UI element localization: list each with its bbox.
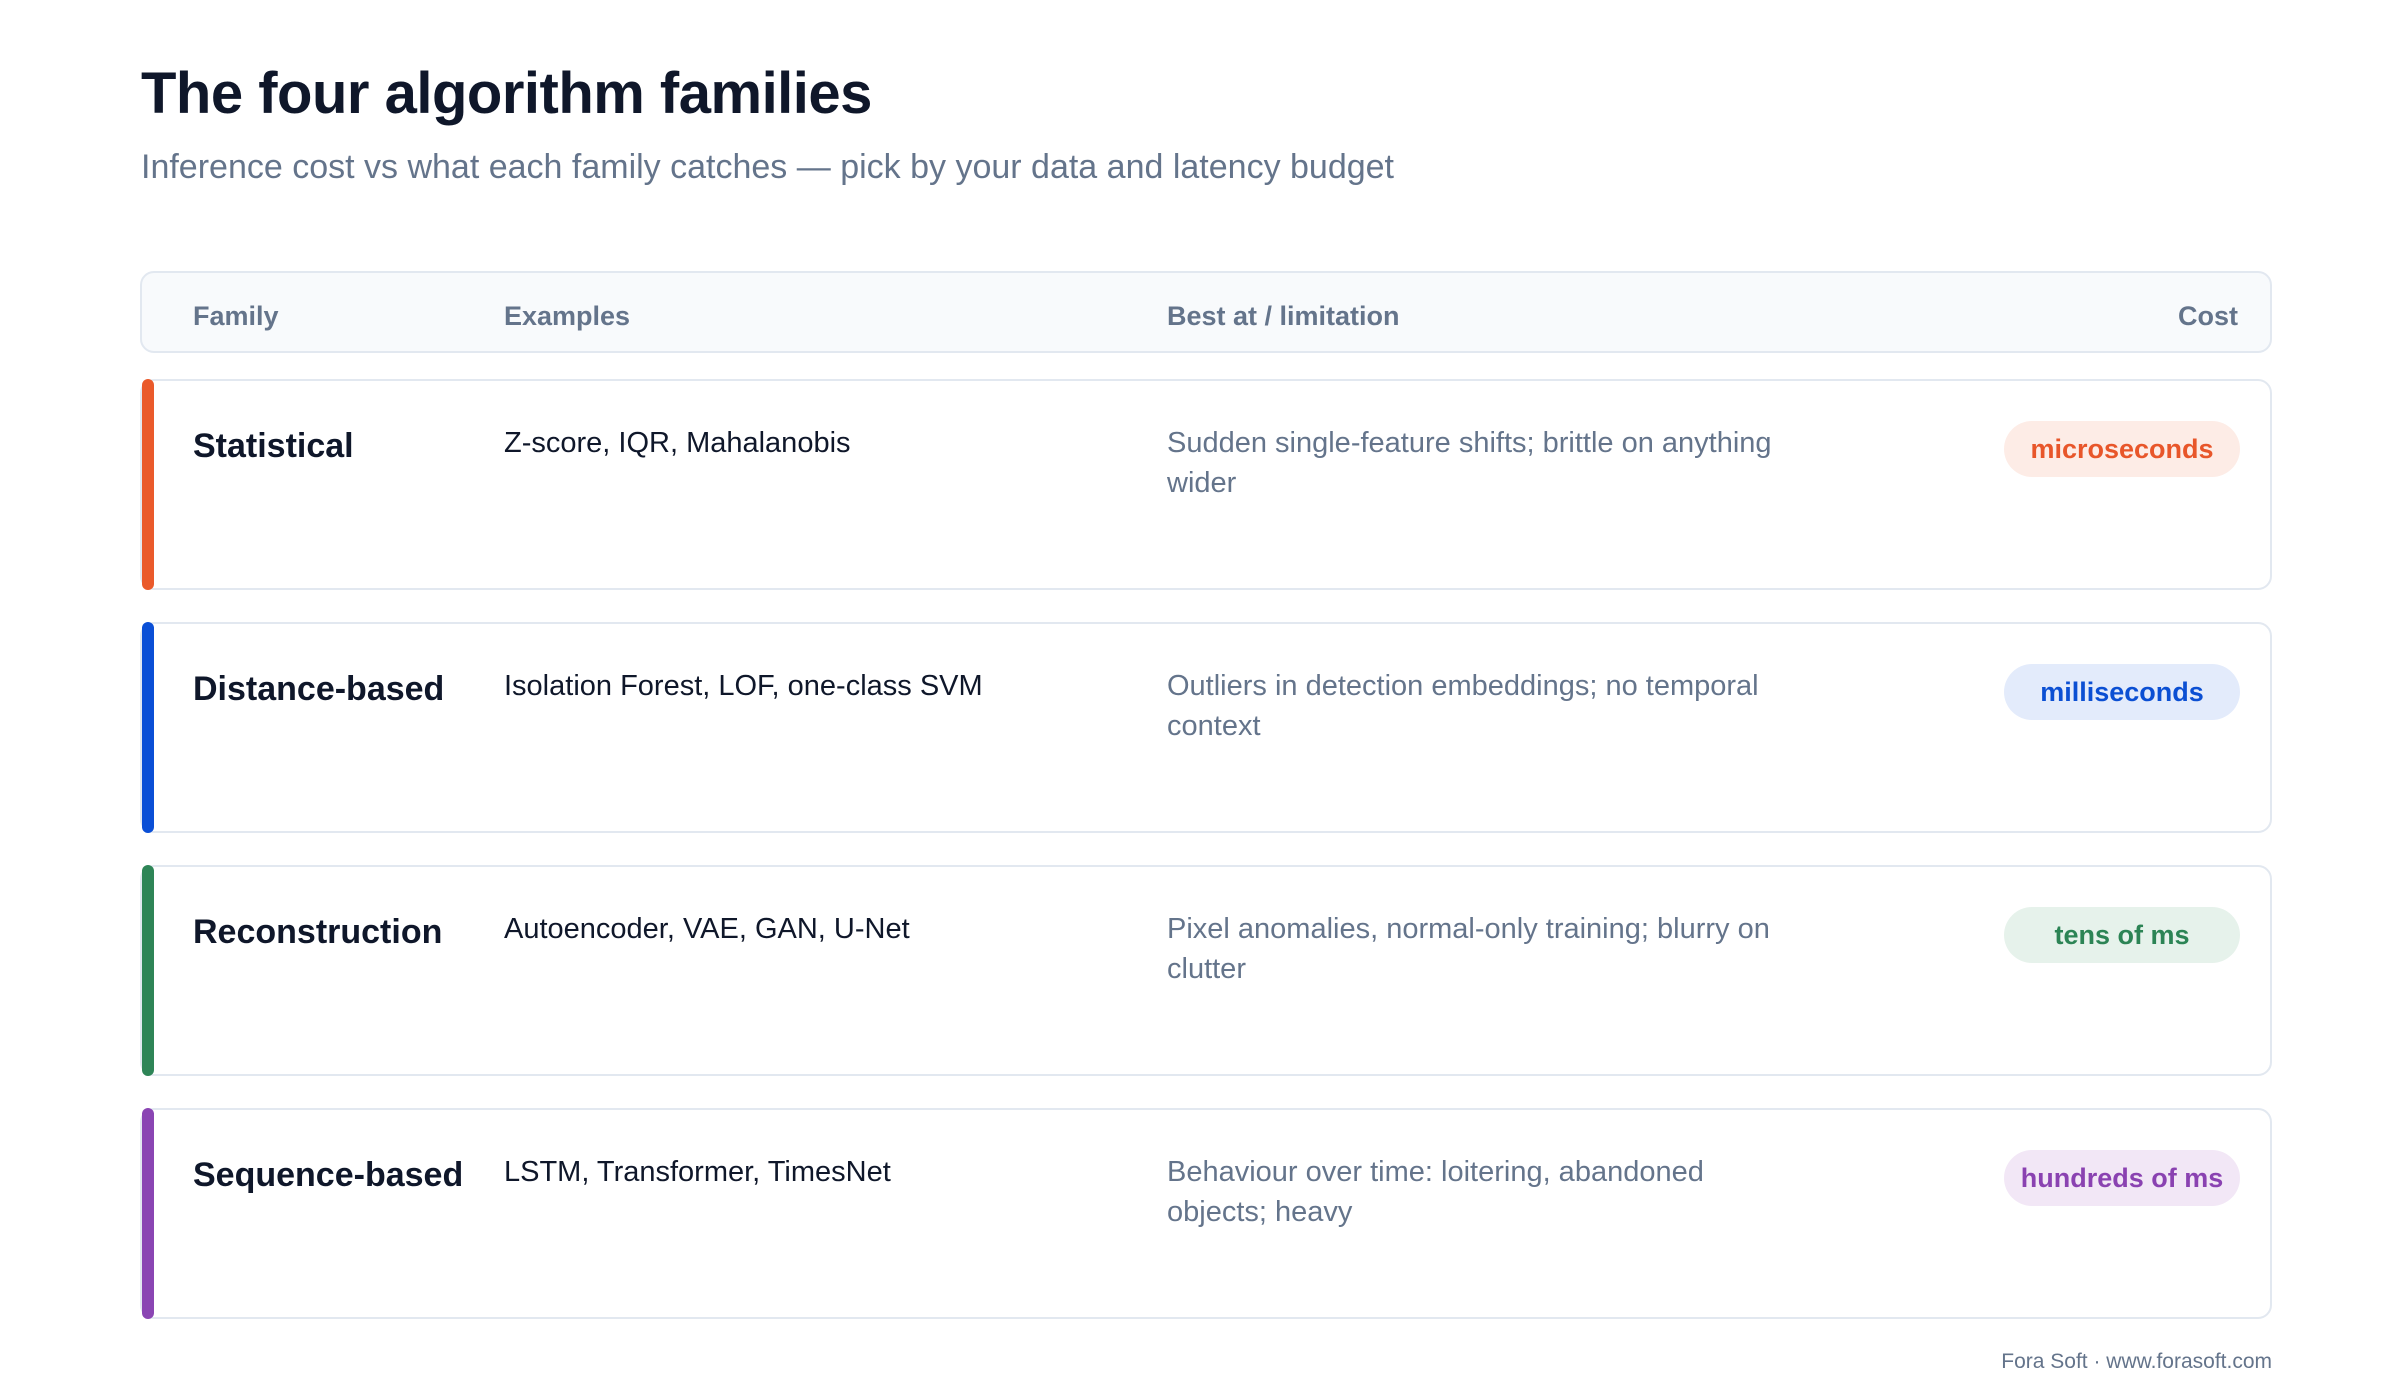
row-family: Distance-based <box>193 670 445 708</box>
table-row-statistical: Statistical Z-score, IQR, Mahalanobis Su… <box>140 379 2272 590</box>
row-examples: Autoencoder, VAE, GAN, U-Net <box>504 913 910 945</box>
page-title: The four algorithm families <box>141 61 872 126</box>
column-header-examples: Examples <box>504 301 631 331</box>
table-row-distance-based: Distance-based Isolation Forest, LOF, on… <box>140 622 2272 833</box>
row-family: Reconstruction <box>193 913 443 951</box>
row-best-at: Pixel anomalies, normal-only training; b… <box>1167 913 1770 985</box>
row-best-at: Sudden single-feature shifts; brittle on… <box>1167 427 1772 499</box>
cost-badge: tens of ms <box>2004 907 2240 963</box>
row-best-at: Behaviour over time: loitering, abandone… <box>1167 1156 1704 1228</box>
page: The four algorithm families Inference co… <box>0 0 2400 1400</box>
row-accent-bar <box>142 865 154 1076</box>
table-header: Family Examples Best at / limitation Cos… <box>140 271 2272 353</box>
row-examples: LSTM, Transformer, TimesNet <box>504 1156 891 1188</box>
cost-badge: hundreds of ms <box>2004 1150 2240 1206</box>
cost-badge: milliseconds <box>2004 664 2240 720</box>
table-row-sequence-based: Sequence-based LSTM, Transformer, TimesN… <box>140 1108 2272 1319</box>
row-family: Sequence-based <box>193 1156 464 1194</box>
row-family: Statistical <box>193 427 354 465</box>
column-header-cost: Cost <box>2178 301 2238 331</box>
page-subtitle: Inference cost vs what each family catch… <box>141 148 1395 186</box>
column-header-best: Best at / limitation <box>1167 301 1400 331</box>
column-header-family: Family <box>193 301 279 331</box>
footer-credit: Fora Soft · www.forasoft.com <box>2001 1350 2272 1373</box>
row-examples: Isolation Forest, LOF, one-class SVM <box>504 670 983 702</box>
row-accent-bar <box>142 379 154 590</box>
row-accent-bar <box>142 1108 154 1319</box>
table-row-reconstruction: Reconstruction Autoencoder, VAE, GAN, U-… <box>140 865 2272 1076</box>
row-accent-bar <box>142 622 154 833</box>
cost-badge: microseconds <box>2004 421 2240 477</box>
row-examples: Z-score, IQR, Mahalanobis <box>504 427 851 459</box>
row-best-at: Outliers in detection embeddings; no tem… <box>1167 670 1759 742</box>
